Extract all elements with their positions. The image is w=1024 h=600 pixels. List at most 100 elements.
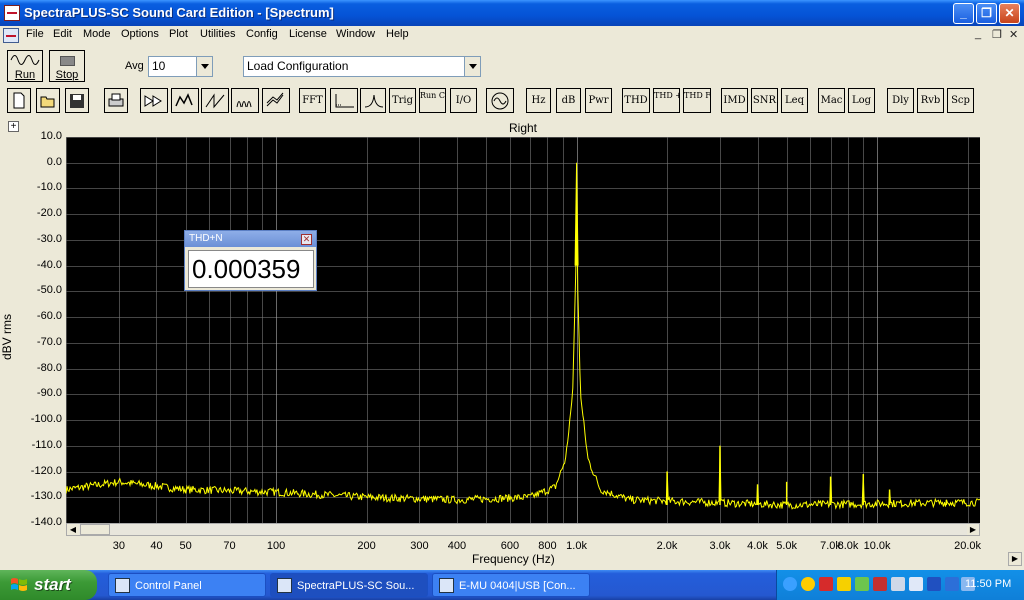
document-icon[interactable] [3,28,19,43]
tray-device-icon[interactable] [945,577,959,591]
x-axis-label: Frequency (Hz) [472,552,555,566]
delay-button[interactable]: Dly [887,88,914,113]
close-button[interactable]: ✕ [999,3,1020,24]
io-button[interactable]: I/O [450,88,477,113]
menu-utilities[interactable]: Utilities [200,28,235,40]
menu-window[interactable]: Window [336,28,375,40]
snr-button[interactable]: SNR [751,88,778,113]
imd-button[interactable]: IMD [721,88,748,113]
close-icon[interactable]: ✕ [301,234,312,245]
app-icon[interactable] [4,5,20,21]
spectrogram-icon [266,92,284,107]
trigger-button[interactable]: Trig [389,88,416,113]
tray-display-icon[interactable] [909,577,923,591]
thd-n-button[interactable]: THD +N [653,88,680,113]
leq-button[interactable]: Leq [781,88,808,113]
y-tick-label: -100.0 [30,413,62,426]
peak-icon [364,94,384,108]
y-tick-label: -60.0 [36,310,62,323]
expand-graph-button[interactable]: + [8,121,19,132]
y-tick-label: -30.0 [36,232,62,245]
thd-n-meter[interactable]: THD+N ✕ 0.000359 [184,230,317,291]
horizontal-scrollbar[interactable]: ◀ ▶ [66,523,980,536]
run-button[interactable]: Run [7,50,43,82]
task-spectraplus[interactable]: SpectraPLUS-SC Sou... [270,573,428,597]
tray-norton-icon[interactable] [801,577,815,591]
title-bar: SpectraPLUS-SC Sound Card Edition - [Spe… [0,0,1024,26]
y-tick-label: -90.0 [36,387,62,400]
taskbar: start Control Panel SpectraPLUS-SC Sou..… [0,570,1024,600]
scroll-left-icon[interactable]: ◀ [67,524,79,535]
peak-button[interactable] [360,88,386,113]
spectrum-tool-button[interactable] [171,88,199,113]
log-button[interactable]: Log [848,88,875,113]
macro-button[interactable]: Mac [818,88,845,113]
menu-file[interactable]: File [26,28,44,40]
stop-button[interactable]: Stop [49,50,85,82]
start-button[interactable]: start [0,570,97,600]
maximize-button[interactable]: ❐ [976,3,997,24]
menu-mode[interactable]: Mode [83,28,111,40]
power-button[interactable]: Pwr [585,88,612,113]
hz-button[interactable]: Hz [526,88,551,113]
x-tick-label: 30 [112,540,126,552]
save-file-button[interactable] [65,88,89,113]
scroll-right-icon[interactable]: ▶ [1008,552,1022,566]
x-tick-label: 800 [538,540,557,552]
minimize-button[interactable]: _ [953,3,974,24]
tray-security-icon[interactable] [837,577,851,591]
x-tick-label: 2.0k [656,540,678,552]
run-control-button[interactable]: Run Ctrl [419,88,446,113]
open-file-button[interactable] [36,88,60,113]
x-tick-label: 600 [500,540,520,552]
menu-license[interactable]: License [289,28,327,40]
ramp-button[interactable] [201,88,229,113]
mdi-close-button[interactable]: ✕ [1009,28,1018,41]
tray-network-icon[interactable] [873,577,887,591]
task-emu-0404[interactable]: E-MU 0404|USB [Con... [432,573,590,597]
fast-forward-button[interactable] [140,88,168,113]
avg-value: 10 [152,59,166,73]
configuration-select[interactable]: Load Configuration [243,56,481,77]
task-control-panel[interactable]: Control Panel [108,573,266,597]
y-tick-label: -20.0 [36,207,62,220]
stop-label: Stop [55,69,79,81]
tray-arrow-icon[interactable] [783,577,797,591]
y-tick-label: -70.0 [36,335,62,348]
signal-generator-button[interactable] [486,88,514,113]
thd-button[interactable]: THD [622,88,650,113]
spectrum-plot[interactable] [66,137,980,523]
stop-icon [60,56,75,66]
fft-button[interactable]: FFT [299,88,326,113]
reverb-button[interactable]: Rvb [917,88,944,113]
scope-button[interactable]: Scp [947,88,974,113]
menu-bar: File Edit Mode Options Plot Utilities Co… [0,26,1024,45]
tray-usb-icon[interactable] [927,577,941,591]
mdi-minimize-button[interactable]: _ [975,28,981,40]
mdi-restore-button[interactable]: ❐ [992,28,1002,41]
marker-button[interactable] [330,88,358,113]
chevron-down-icon[interactable] [464,57,480,76]
scroll-right-icon[interactable]: ▶ [967,524,979,535]
avg-select[interactable]: 10 [148,56,213,77]
scroll-thumb[interactable] [80,524,110,535]
tray-volume-icon[interactable] [891,577,905,591]
tray-check-icon[interactable] [855,577,869,591]
menu-help[interactable]: Help [386,28,409,40]
x-tick-label: 300 [410,540,429,552]
y-tick-label: -40.0 [36,258,62,271]
tray-acrobat-icon[interactable] [819,577,833,591]
x-tick-label: 100 [266,540,286,552]
menu-plot[interactable]: Plot [169,28,188,40]
db-button[interactable]: dB [556,88,581,113]
spectrogram-button[interactable] [262,88,290,113]
chevron-down-icon[interactable] [196,57,212,76]
new-file-button[interactable] [7,88,31,113]
print-button[interactable] [104,88,128,113]
thd-freq-button[interactable]: THD Freq [683,88,711,113]
menu-config[interactable]: Config [246,28,278,40]
menu-options[interactable]: Options [121,28,159,40]
waterfall-button[interactable] [231,88,259,113]
main-toolbar: Run Stop Avg 10 Load Configuration [0,46,1024,86]
menu-edit[interactable]: Edit [53,28,72,40]
